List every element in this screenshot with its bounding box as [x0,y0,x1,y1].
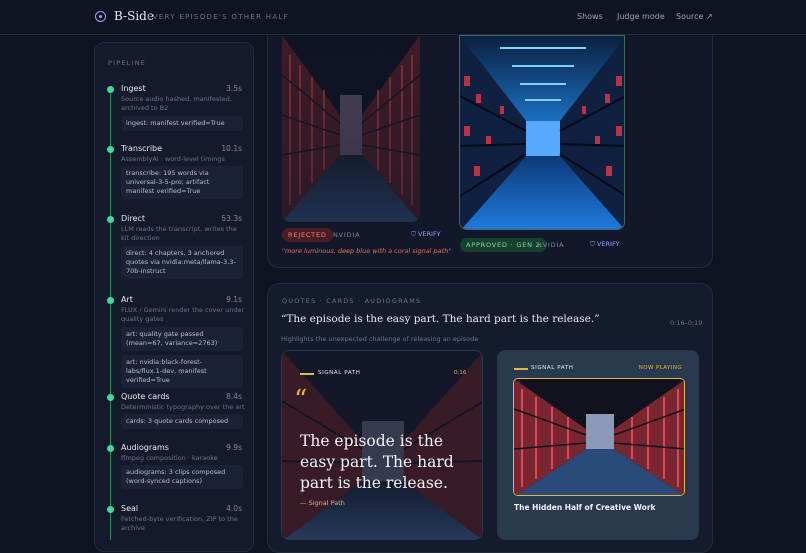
step-log: transcribe: 195 words via universal-3-5-… [121,166,243,199]
step-time: 9.9s [226,443,242,452]
step-time: 53.3s [221,214,242,223]
quote-subtitle: Highlights the unexpected challenge of r… [281,335,479,343]
status-dot [107,445,114,452]
card-show-name: SIGNAL PATH [531,365,574,371]
shield-icon: ⛉ [411,230,416,238]
step-log: cards: 3 quote cards composed [121,414,243,429]
step-time: 3.5s [226,84,242,93]
step-name: Art [121,295,133,304]
top-bar: B-Side EVERY EPISODE'S OTHER HALF Shows … [0,0,806,35]
logo-icon [95,11,106,22]
step-time: 8.4s [226,392,242,401]
accent-line [514,368,528,370]
step-log: audiograms: 3 clips composed (word-synce… [121,465,243,489]
shield-icon: ⛉ [590,240,595,248]
step-name: Audiograms [121,443,169,452]
audiogram-cover-image [513,378,685,496]
audiogram-card[interactable]: SIGNAL PATH NOW PLAYING The Hidden Half … [497,350,699,540]
step-name: Seal [121,504,139,513]
step-desc: AssemblyAI · word-level timings [121,155,225,163]
rejection-note: "more luminous, deep blue with a coral s… [282,247,452,255]
step-desc: Source audio hashed, manifested, archive… [121,95,232,112]
verify-link[interactable]: ⛉ VERIFY [411,230,441,239]
step-desc: Deterministic typography over the art [121,403,245,411]
status-dot [107,506,114,513]
step-name: Ingest [121,84,146,93]
card-show-name: SIGNAL PATH [318,370,361,376]
step-log: art: nvidia:black-forest-labs/flux.1-dev… [121,355,243,388]
now-playing-status: NOW PLAYING [638,365,682,371]
status-dot [107,394,114,401]
status-dot [107,146,114,153]
nav-shows[interactable]: Shows [577,12,603,21]
featured-quote: “The episode is the easy part. The hard … [281,313,600,325]
status-dot [107,297,114,304]
step-log: art: quality gate passed (mean=67, varia… [121,327,243,351]
step-time: 4.0s [226,504,242,513]
pipeline-panel: PIPELINE Ingest 3.5s Source audio hashed… [94,42,254,552]
provider-label: NVIDIA [537,241,565,249]
step-desc: Fetched-byte verification, ZIP to the ar… [121,515,238,532]
approved-badge: APPROVED · GEN 2 [460,238,547,252]
quote-card[interactable]: SIGNAL PATH 0:16 “ The episode is the ea… [281,350,483,540]
card-attribution: — Signal Path [300,499,345,507]
card-quote-text: The episode is the easy part. The hard p… [300,432,454,492]
episode-title: The Hidden Half of Creative Work [514,503,656,512]
step-time: 9.1s [226,295,242,304]
verify-label: VERIFY [417,230,441,238]
verify-link[interactable]: ⛉ VERIFY [590,240,620,249]
rejected-cover-image[interactable] [282,35,420,222]
nav-judge-mode[interactable]: Judge mode [617,12,665,21]
step-log: direct: 4 chapters, 3 anchored quotes vi… [121,246,243,279]
verify-label: VERIFY [596,240,620,248]
pipeline-rail [110,90,111,540]
quote-timecode: 0:16–0:19 [670,319,703,327]
quote-mark-icon: “ [294,385,308,415]
nav-source[interactable]: Source ↗ [676,12,713,21]
accent-line [300,373,314,375]
approved-cover-image[interactable] [459,35,625,230]
pipeline-title: PIPELINE [108,59,146,67]
step-desc: LLM reads the transcript, writes the kit… [121,225,237,242]
card-time: 0:16 [454,370,467,376]
status-dot [107,86,114,93]
step-desc: FLUX / Gemini render the cover under qua… [121,306,245,323]
provider-label: NVIDIA [333,231,361,239]
step-name: Direct [121,214,145,223]
quotes-section-label: QUOTES · CARDS · AUDIOGRAMS [282,297,422,305]
step-log: ingest: manifest verified=True [121,116,243,131]
status-dot [107,216,114,223]
step-name: Transcribe [121,144,163,153]
step-time: 10.1s [221,144,242,153]
step-name: Quote cards [121,392,170,401]
rejected-badge: REJECTED [282,228,333,242]
brand-tagline: EVERY EPISODE'S OTHER HALF [147,13,289,21]
